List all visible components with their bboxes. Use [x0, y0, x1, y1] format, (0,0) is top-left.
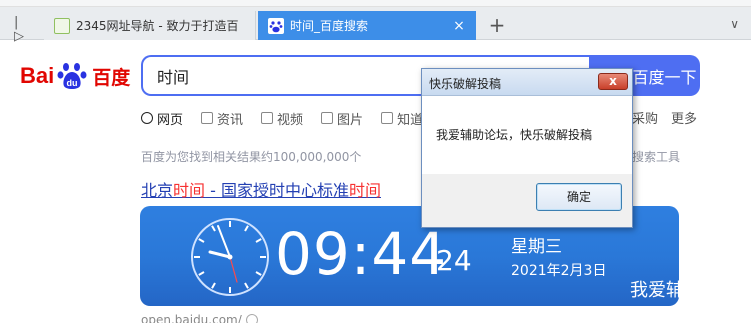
tab-label: 时间_百度搜索: [290, 19, 369, 33]
clock-weekday: 星期三: [511, 237, 562, 257]
info-icon[interactable]: [246, 314, 258, 323]
tab-2345[interactable]: 2345网址导航 - 致力于打造百: [44, 11, 256, 40]
new-tab-button[interactable]: +: [487, 15, 507, 35]
search-type-tabs: 网页 资讯 视频 图片 知道: [141, 108, 441, 128]
logo-du-text: du: [67, 78, 78, 88]
tab-image[interactable]: 图片: [321, 108, 363, 128]
logo-text-cn: 百度: [92, 66, 131, 89]
tab-bar: |▷ 2345网址导航 - 致力于打造百 时间_百度搜索 × + ∨: [0, 7, 751, 44]
dialog-body: 我爱辅助论坛，快乐破解投稿: [422, 96, 632, 174]
image-icon: [321, 112, 334, 124]
tab-more[interactable]: 更多: [671, 108, 697, 127]
tab-close-icon[interactable]: ×: [452, 18, 466, 34]
result-count: 百度为您找到相关结果约100,000,000个: [141, 150, 362, 164]
dialog-close-button[interactable]: x: [598, 73, 628, 90]
sidebar-toggle-icon[interactable]: |▷: [14, 16, 28, 44]
result-url[interactable]: open.baidu.com/: [141, 313, 242, 323]
tab-list-chevron-icon[interactable]: ∨: [730, 17, 739, 31]
dialog-titlebar[interactable]: 快乐破解投稿 x: [422, 69, 632, 96]
message-dialog: 快乐破解投稿 x 我爱辅助论坛，快乐破解投稿 确定: [421, 68, 633, 228]
tab-zhidao-label: 知道: [397, 112, 424, 128]
dialog-title: 快乐破解投稿: [429, 77, 502, 91]
result-title-link[interactable]: 北京时间 - 国家授时中心标准时间: [141, 177, 381, 201]
clock-time: 09:44: [275, 220, 448, 288]
dialog-message: 我爱辅助论坛，快乐破解投稿: [436, 128, 593, 142]
tab-image-label: 图片: [337, 112, 364, 128]
baidu-favicon-icon: [268, 17, 284, 34]
dialog-footer: 确定: [422, 174, 632, 227]
video-icon: [261, 112, 274, 124]
tab-web[interactable]: 网页: [141, 108, 183, 128]
result-title-part: 北京: [141, 181, 174, 200]
tab-video-label: 视频: [277, 112, 304, 128]
bookmark-bar: [0, 0, 751, 7]
baidu-logo[interactable]: Bai du 百度: [20, 56, 130, 96]
clock-date: 2021年2月3日: [511, 263, 607, 279]
search-tools-link[interactable]: 搜索工具: [632, 148, 680, 165]
tab-zhidao[interactable]: 知道: [381, 108, 423, 128]
paw-icon: du: [57, 63, 87, 89]
tab-purchase[interactable]: 采购: [632, 108, 658, 127]
tab-video[interactable]: 视频: [261, 108, 303, 128]
question-icon: [381, 112, 394, 124]
tab-web-label: 网页: [157, 112, 184, 128]
tab-news-label: 资讯: [217, 112, 244, 128]
2345-favicon-icon: [54, 17, 70, 34]
tab-label: 2345网址导航 - 致力于打造百: [76, 19, 239, 33]
analog-clock-icon: [191, 218, 269, 296]
search-icon: [141, 112, 153, 124]
result-title-part: - 国家授时中心标准: [205, 181, 349, 200]
clock-seconds: 24: [436, 244, 472, 277]
result-title-highlight: 时间: [348, 181, 381, 200]
ok-button[interactable]: 确定: [536, 183, 622, 211]
clock-slogan: 我爱辅助论坛: [630, 280, 679, 301]
result-title-highlight: 时间: [173, 181, 206, 200]
tab-news[interactable]: 资讯: [201, 108, 243, 128]
tab-baidu-search[interactable]: 时间_百度搜索 ×: [258, 11, 476, 40]
news-icon: [201, 112, 214, 124]
logo-text-bai: Bai: [20, 63, 55, 88]
